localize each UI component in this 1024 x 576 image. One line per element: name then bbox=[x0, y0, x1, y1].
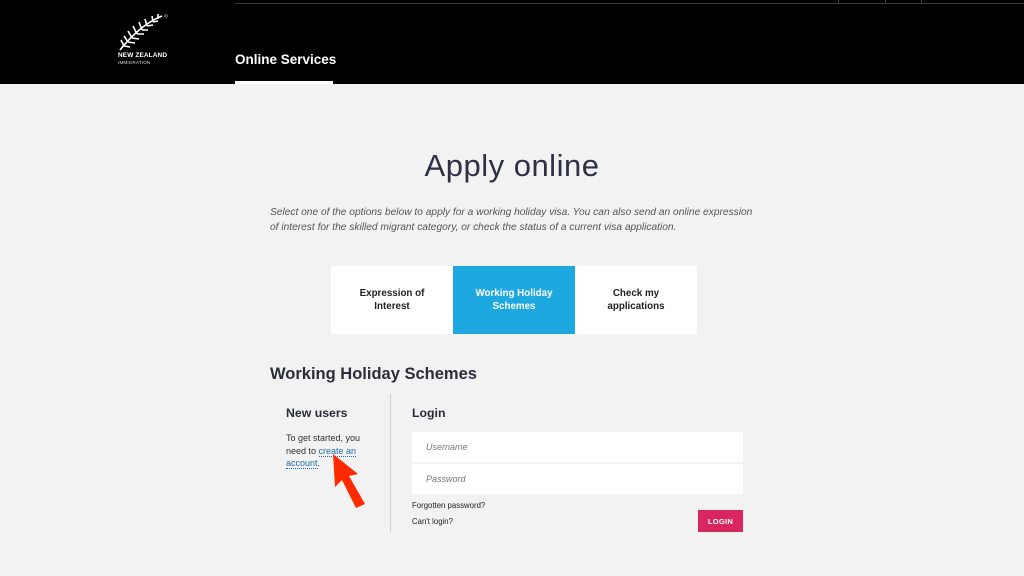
nav-online-services[interactable]: Online Services bbox=[235, 52, 336, 67]
red-arrow-annotation-icon bbox=[333, 454, 365, 508]
nav-active-indicator bbox=[235, 81, 333, 84]
login-heading: Login bbox=[412, 406, 446, 420]
page-title: Apply online bbox=[424, 148, 600, 183]
top-header: NEW ZEALAND IMMIGRATION Online Services bbox=[0, 0, 1024, 84]
tab-label: Expression of Interest bbox=[359, 288, 425, 312]
header-divider bbox=[921, 0, 922, 4]
tab-check-my-applications[interactable]: Check my applications bbox=[575, 266, 697, 334]
forgotten-password-link[interactable]: Forgotten password? bbox=[412, 501, 485, 510]
logo-sub-text: IMMIGRATION bbox=[118, 60, 151, 65]
silver-fern-logo-icon bbox=[119, 14, 168, 51]
logo-brand-text: NEW ZEALAND bbox=[118, 52, 168, 59]
intro-text: Select one of the options below to apply… bbox=[270, 207, 753, 233]
column-divider bbox=[390, 394, 391, 532]
login-button[interactable]: LOGIN bbox=[698, 510, 743, 532]
username-input[interactable] bbox=[412, 432, 743, 462]
tab-label: Working Holiday Schemes bbox=[475, 288, 553, 312]
new-users-text-suffix: . bbox=[317, 458, 321, 468]
header-rule bbox=[235, 3, 1024, 4]
header-divider bbox=[838, 0, 839, 4]
password-input[interactable] bbox=[412, 464, 743, 494]
header-divider bbox=[885, 0, 886, 4]
tab-expression-of-interest[interactable]: Expression of Interest bbox=[331, 266, 453, 334]
cant-login-link[interactable]: Can't login? bbox=[412, 517, 453, 526]
tab-label: Check my applications bbox=[607, 288, 665, 312]
tab-working-holiday-schemes[interactable]: Working Holiday Schemes bbox=[453, 266, 575, 334]
nz-immigration-logo[interactable]: NEW ZEALAND IMMIGRATION bbox=[112, 12, 172, 68]
new-users-heading: New users bbox=[286, 406, 348, 420]
section-title: Working Holiday Schemes bbox=[270, 365, 477, 383]
